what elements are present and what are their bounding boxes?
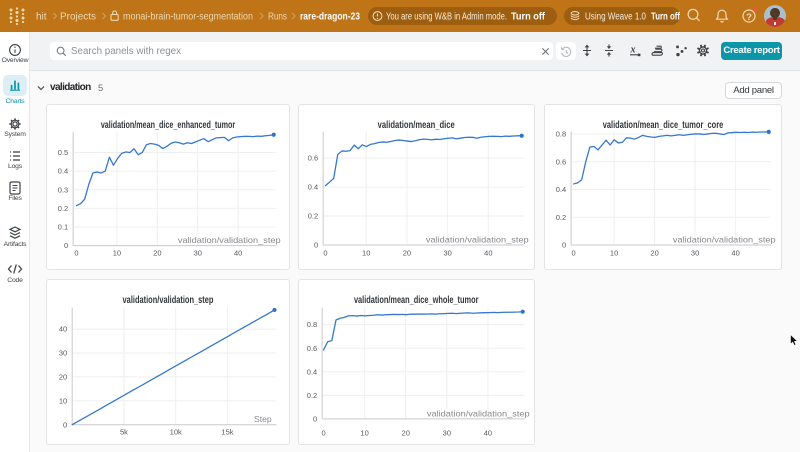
svg-text:30: 30 xyxy=(691,249,699,258)
svg-text:validation/validation_step: validation/validation_step xyxy=(123,295,214,306)
svg-text:40: 40 xyxy=(484,429,492,438)
svg-text:20: 20 xyxy=(650,249,658,258)
svg-text:validation/mean_dice_enhanced_: validation/mean_dice_enhanced_tumor xyxy=(101,120,235,131)
svg-text:monai-brain-tumor-segmentation: monai-brain-tumor-segmentation xyxy=(123,12,253,23)
svg-text:0: 0 xyxy=(64,241,68,250)
svg-text:40: 40 xyxy=(484,249,492,258)
svg-text:0: 0 xyxy=(314,241,318,250)
svg-text:20: 20 xyxy=(403,249,411,258)
svg-text:0.1: 0.1 xyxy=(58,223,68,232)
svg-text:0: 0 xyxy=(572,249,576,258)
svg-text:0.5: 0.5 xyxy=(58,148,68,157)
svg-text:Turn off: Turn off xyxy=(651,12,681,23)
svg-text:Turn off: Turn off xyxy=(511,12,546,23)
svg-text:15k: 15k xyxy=(221,428,233,437)
svg-text:0.6: 0.6 xyxy=(556,157,566,166)
svg-text:30: 30 xyxy=(443,429,451,438)
svg-text:5k: 5k xyxy=(120,428,128,437)
svg-text:0: 0 xyxy=(313,414,317,423)
svg-text:0.6: 0.6 xyxy=(307,344,317,353)
svg-text:0: 0 xyxy=(562,241,566,250)
svg-text:0: 0 xyxy=(63,420,67,429)
svg-text:20: 20 xyxy=(59,372,67,381)
svg-text:40: 40 xyxy=(59,325,67,334)
svg-text:20: 20 xyxy=(402,429,410,438)
svg-text:0.2: 0.2 xyxy=(307,391,317,400)
svg-text:20: 20 xyxy=(153,249,161,258)
svg-text:0.6: 0.6 xyxy=(308,154,318,163)
svg-text:validation/validation_step: validation/validation_step xyxy=(178,236,281,245)
svg-text:10: 10 xyxy=(362,249,370,258)
svg-text:validation/validation_step: validation/validation_step xyxy=(673,235,776,244)
svg-text:Projects: Projects xyxy=(60,12,96,23)
svg-text:0: 0 xyxy=(74,249,78,258)
svg-text:rare-dragon-23: rare-dragon-23 xyxy=(300,12,360,23)
svg-text:validation/mean_dice_tumor_cor: validation/mean_dice_tumor_core xyxy=(603,120,724,131)
svg-text:40: 40 xyxy=(234,249,242,258)
svg-text:validation/validation_step: validation/validation_step xyxy=(426,235,529,244)
svg-text:x: x xyxy=(630,45,636,56)
svg-text:0: 0 xyxy=(323,249,327,258)
svg-text:10: 10 xyxy=(360,429,368,438)
svg-text:Using Weave 1.0: Using Weave 1.0 xyxy=(585,12,646,23)
svg-text:30: 30 xyxy=(59,349,67,358)
svg-text:?: ? xyxy=(746,12,752,23)
svg-text:0: 0 xyxy=(321,429,325,438)
svg-text:10: 10 xyxy=(610,249,618,258)
svg-text:0.8: 0.8 xyxy=(307,320,317,329)
svg-text:Runs: Runs xyxy=(268,12,287,23)
svg-text:10: 10 xyxy=(59,396,67,405)
svg-text:0.4: 0.4 xyxy=(58,167,68,176)
svg-text:10k: 10k xyxy=(170,428,182,437)
svg-text:0.3: 0.3 xyxy=(58,185,68,194)
svg-text:0.2: 0.2 xyxy=(556,213,566,222)
svg-text:0.2: 0.2 xyxy=(58,204,68,213)
svg-text:You are using W&B in Admin mod: You are using W&B in Admin mode. xyxy=(386,12,507,23)
svg-text:0.4: 0.4 xyxy=(556,185,566,194)
svg-text:hit: hit xyxy=(36,12,47,23)
svg-text:0.2: 0.2 xyxy=(308,212,318,221)
svg-text:10: 10 xyxy=(113,249,121,258)
svg-text:0.4: 0.4 xyxy=(308,183,318,192)
svg-text:validation/mean_dice_whole_tum: validation/mean_dice_whole_tumor xyxy=(354,295,479,306)
svg-text:0.4: 0.4 xyxy=(307,367,317,376)
svg-text:validation/mean_dice: validation/mean_dice xyxy=(378,120,455,131)
svg-text:30: 30 xyxy=(194,249,202,258)
svg-text:40: 40 xyxy=(731,249,739,258)
svg-text:30: 30 xyxy=(443,249,451,258)
svg-text:validation/validation_step: validation/validation_step xyxy=(427,409,530,418)
svg-text:0.8: 0.8 xyxy=(556,130,566,139)
svg-text:Step: Step xyxy=(254,415,272,424)
